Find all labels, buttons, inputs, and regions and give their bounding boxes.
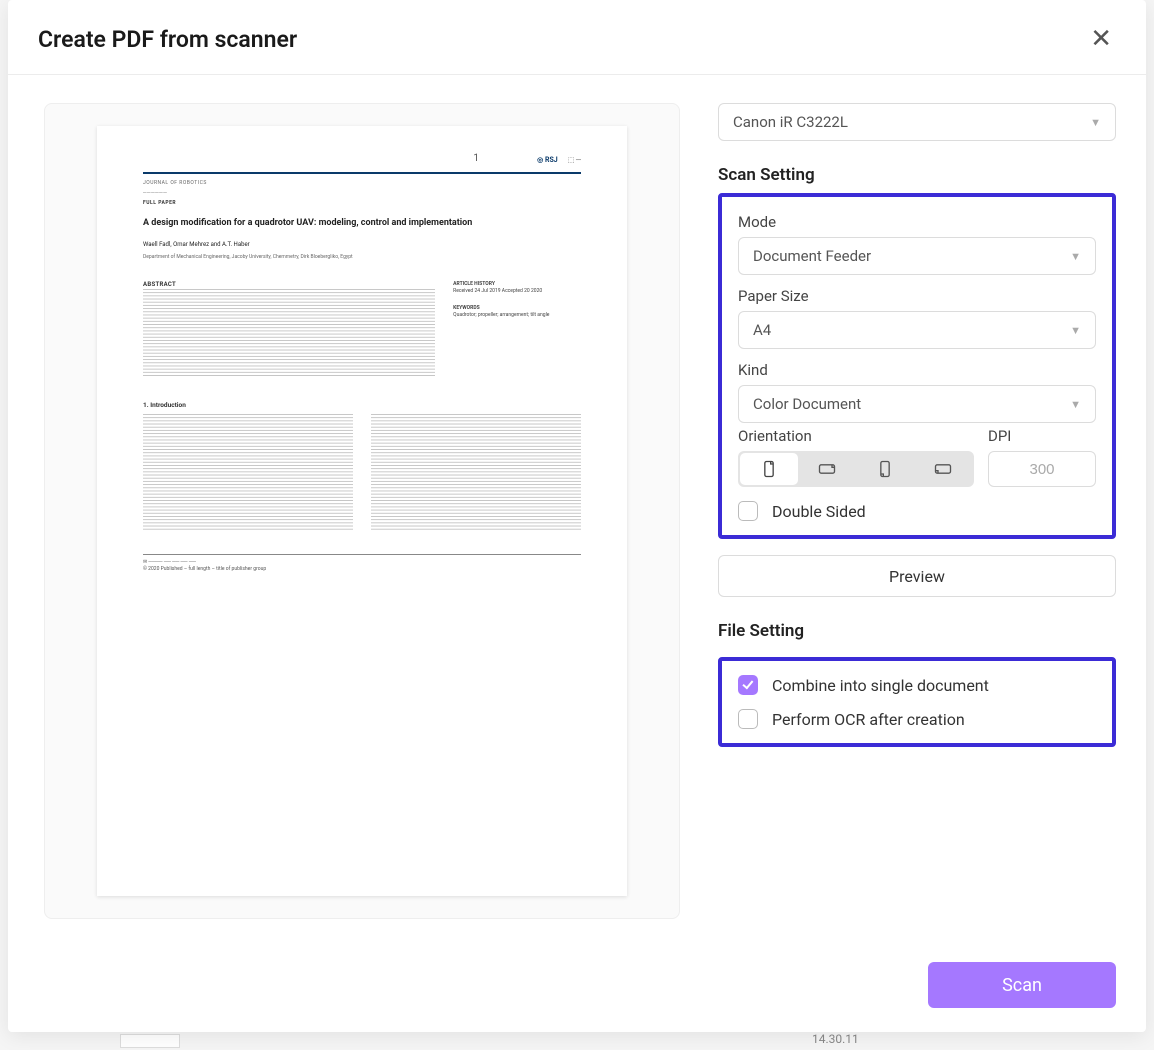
- scan-button-label: Scan: [1002, 975, 1042, 996]
- footer-copyright: © 2020 Published – full length – title o…: [143, 566, 581, 573]
- dpi-label: DPI: [988, 427, 1096, 445]
- scan-preview-document: 1 ◎ RSJ ⬚ ─ JOURNAL OF ROBOTICS ────── F…: [97, 126, 627, 896]
- portrait-flip-icon: [875, 458, 895, 480]
- kind-select[interactable]: Color Document ▼: [738, 385, 1096, 423]
- file-setting-label: File Setting: [718, 621, 1116, 641]
- orientation-landscape[interactable]: [798, 453, 856, 485]
- background-doc-thumb: [120, 1034, 180, 1048]
- paper-category: FULL PAPER: [143, 200, 581, 207]
- mode-label: Mode: [738, 213, 1096, 231]
- chevron-down-icon: ▼: [1070, 398, 1081, 411]
- keywords-heading: KEYWORDS: [453, 305, 581, 312]
- landscape-icon: [817, 458, 837, 480]
- orientation-landscape-flipped[interactable]: [914, 453, 972, 485]
- chevron-down-icon: ▼: [1090, 116, 1101, 129]
- paper-size-select-value: A4: [753, 321, 771, 339]
- chevron-down-icon: ▼: [1070, 324, 1081, 337]
- dialog-body: 1 ◎ RSJ ⬚ ─ JOURNAL OF ROBOTICS ────── F…: [8, 75, 1146, 1032]
- orientation-segmented: [738, 451, 974, 487]
- kind-select-value: Color Document: [753, 395, 861, 413]
- paper-size-select[interactable]: A4 ▼: [738, 311, 1096, 349]
- dialog-title: Create PDF from scanner: [38, 26, 297, 53]
- orientation-portrait-flipped[interactable]: [856, 453, 914, 485]
- page-number: 1: [473, 152, 479, 166]
- scanner-select[interactable]: Canon iR C3222L ▼: [718, 103, 1116, 141]
- settings-panel: Canon iR C3222L ▼ Scan Setting Mode Docu…: [680, 103, 1116, 1012]
- file-setting-group: Combine into single document Perform OCR…: [718, 657, 1116, 747]
- keywords-text: Quadrotor; propeller; arrangement; tilt …: [453, 312, 549, 318]
- logo-publisher: ⬚ ─: [568, 156, 581, 166]
- scanner-select-value: Canon iR C3222L: [733, 113, 848, 131]
- dpi-input[interactable]: [988, 451, 1096, 487]
- abstract-text: [143, 289, 435, 377]
- portrait-icon: [759, 458, 779, 480]
- kind-label: Kind: [738, 361, 1096, 379]
- journal-name: JOURNAL OF ROBOTICS: [143, 180, 581, 187]
- scan-button[interactable]: Scan: [928, 962, 1116, 1008]
- mode-select-value: Document Feeder: [753, 247, 871, 265]
- close-icon: ✕: [1090, 24, 1112, 54]
- history-heading: ARTICLE HISTORY: [453, 281, 581, 288]
- logo-rsj: ◎ RSJ: [537, 156, 558, 166]
- preview-button-label: Preview: [889, 567, 945, 586]
- orientation-portrait[interactable]: [740, 453, 798, 485]
- chevron-down-icon: ▼: [1070, 250, 1081, 263]
- abstract-heading: ABSTRACT: [143, 281, 435, 289]
- body-column-left: [143, 414, 353, 530]
- ocr-label: Perform OCR after creation: [772, 710, 965, 729]
- create-pdf-scanner-dialog: Create PDF from scanner ✕ 1 ◎ RSJ ⬚ ─ JO…: [8, 0, 1146, 1032]
- body-column-right: [371, 414, 581, 530]
- scan-preview-panel: 1 ◎ RSJ ⬚ ─ JOURNAL OF ROBOTICS ────── F…: [44, 103, 680, 919]
- paper-size-label: Paper Size: [738, 287, 1096, 305]
- landscape-flip-icon: [933, 458, 953, 480]
- scan-setting-label: Scan Setting: [718, 165, 1116, 185]
- background-timestamp: 14.30.11: [812, 1032, 859, 1046]
- paper-title: A design modification for a quadrotor UA…: [143, 217, 581, 230]
- paper-affiliation: Department of Mechanical Engineering, Ja…: [143, 254, 581, 261]
- section-heading-intro: 1. Introduction: [143, 401, 353, 410]
- ocr-checkbox[interactable]: [738, 709, 758, 729]
- history-text: Received 24 Jul 2019 Accepted 20 2020: [453, 288, 542, 294]
- double-sided-checkbox[interactable]: [738, 501, 758, 521]
- combine-checkbox[interactable]: [738, 675, 758, 695]
- double-sided-label: Double Sided: [772, 502, 866, 521]
- orientation-label: Orientation: [738, 427, 974, 445]
- mode-select[interactable]: Document Feeder ▼: [738, 237, 1096, 275]
- close-button[interactable]: ✕: [1086, 22, 1116, 56]
- preview-button[interactable]: Preview: [718, 555, 1116, 597]
- dialog-header: Create PDF from scanner ✕: [8, 0, 1146, 75]
- combine-label: Combine into single document: [772, 676, 989, 695]
- scan-setting-group: Mode Document Feeder ▼ Paper Size A4 ▼ K…: [718, 193, 1116, 539]
- paper-authors: Waell Fadl, Omar Mehrez and A.T. Haber: [143, 241, 581, 249]
